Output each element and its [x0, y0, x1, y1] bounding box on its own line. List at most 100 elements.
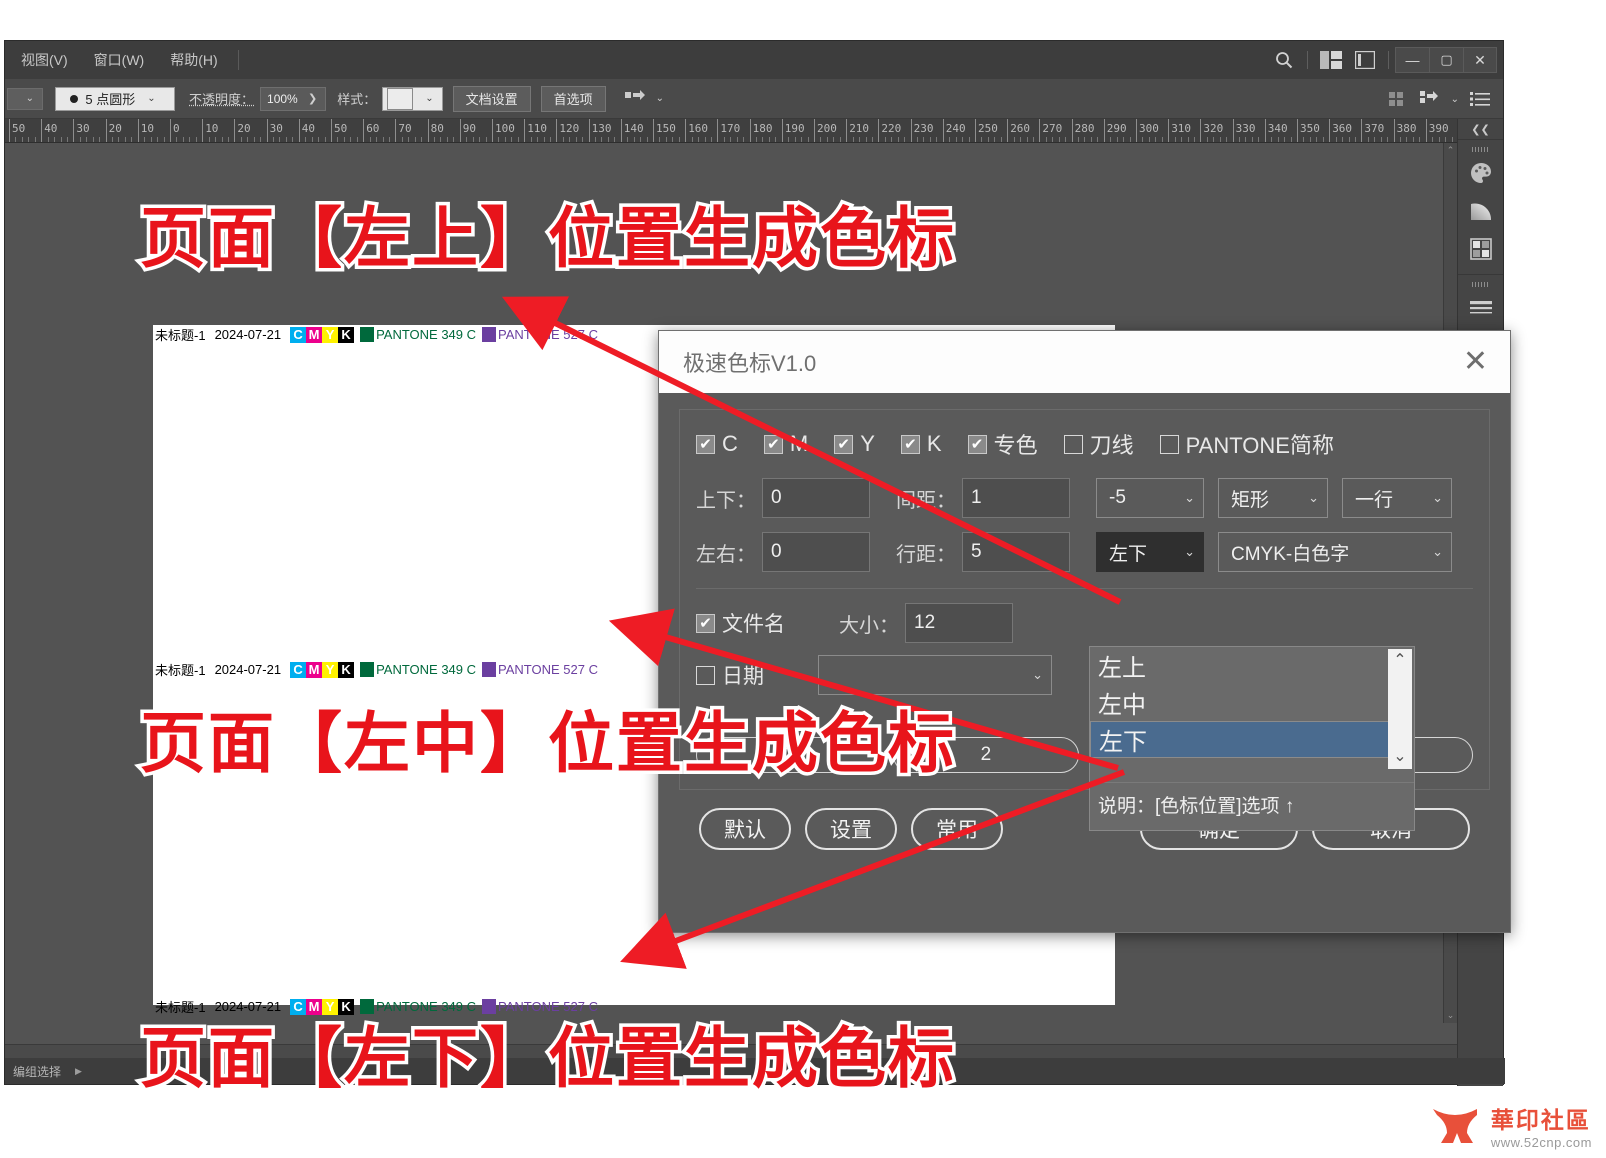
dock-grip[interactable] — [1458, 279, 1503, 289]
opacity-expand-arrow[interactable]: ❯ — [308, 92, 317, 105]
line-spacing-input[interactable]: 5 — [962, 532, 1070, 572]
ruler-minor-tick — [762, 137, 764, 142]
channel-checkbox-m[interactable]: ✔ M — [763, 431, 808, 457]
dialog-title-bar[interactable]: 极速色标V1.0 ✕ — [659, 331, 1510, 393]
close-button[interactable]: ✕ — [1463, 47, 1497, 73]
channel-checkbox-刀线[interactable]: 刀线 — [1063, 428, 1134, 460]
workspace-layout-icon[interactable] — [1314, 43, 1348, 77]
search-icon[interactable] — [1267, 43, 1301, 77]
stroke-lines-icon[interactable] — [1458, 289, 1504, 327]
dropdown-item-左上[interactable]: 左上 — [1090, 647, 1414, 684]
settings-button[interactable]: 设置 — [805, 808, 897, 850]
tool-preset-dropdown[interactable]: ⌄ — [7, 87, 43, 110]
ruler-label: 0 — [173, 122, 180, 135]
vertical-offset-value: 0 — [771, 487, 782, 508]
ruler-label: 180 — [752, 122, 773, 135]
vertical-offset-input[interactable]: 0 — [762, 478, 870, 518]
scroll-down-arrow[interactable]: ⌄ — [1444, 1010, 1457, 1021]
list-icon[interactable] — [1463, 82, 1497, 116]
channel-checkbox-c[interactable]: ✔ C — [696, 431, 738, 457]
menu-item-window[interactable]: 窗口(W) — [84, 48, 155, 72]
maximize-button[interactable]: ▢ — [1429, 47, 1463, 73]
extra-select[interactable]: ⌄ — [818, 655, 1052, 695]
close-icon[interactable]: ✕ — [1463, 347, 1488, 377]
document-setup-button[interactable]: 文档设置 — [452, 85, 531, 112]
scroll-up-arrow[interactable]: ⌃ — [1393, 653, 1406, 669]
default-button[interactable]: 默认 — [699, 808, 791, 850]
color-bar-chip-m: M — [306, 326, 323, 343]
ruler-minor-tick — [376, 137, 378, 142]
chevron-down-icon[interactable]: ⌄ — [1451, 94, 1459, 105]
channel-checkbox-专色[interactable]: ✔ 专色 — [967, 428, 1038, 460]
arrange-icon[interactable] — [618, 82, 652, 116]
ruler-minor-tick — [1213, 137, 1215, 142]
menu-item-help[interactable]: 帮助(H) — [160, 48, 227, 72]
swatches-grid-icon[interactable] — [1458, 230, 1504, 268]
ruler-minor-tick — [86, 137, 88, 142]
ruler-minor-tick — [530, 137, 532, 142]
menu-item-view[interactable]: 视图(V) — [11, 48, 78, 72]
common-button[interactable]: 常用 — [911, 808, 1003, 850]
channel-checkbox-pantone简称[interactable]: PANTONE简称 — [1159, 428, 1334, 460]
panel-toggle-icon[interactable] — [1348, 43, 1382, 77]
dropdown-scrollbar[interactable]: ⌃ ⌄ — [1388, 649, 1412, 769]
preferences-button[interactable]: 首选项 — [540, 85, 606, 112]
style-label: 样式： — [337, 92, 377, 107]
ruler-minor-tick — [897, 137, 899, 142]
style-swatch-dropdown[interactable]: ⌄ — [382, 86, 443, 111]
ruler-minor-tick — [633, 137, 635, 142]
brush-preset-dropdown[interactable]: 5 点圆形 ⌄ — [55, 86, 175, 111]
horizontal-ruler[interactable]: 50 40 30 20 10 0 10 20 30 40 50 60 70 80 90 100 110 120 13… — [5, 119, 1457, 143]
channel-checkbox-y[interactable]: ✔ Y — [834, 431, 875, 457]
color-palette-icon[interactable] — [1458, 154, 1504, 192]
ruler-minor-tick — [1155, 137, 1157, 142]
ruler-minor-tick — [994, 137, 996, 142]
position-select[interactable]: 左下 ⌄ — [1096, 532, 1204, 572]
filename-checkbox[interactable]: ✔ 文件名 — [696, 608, 785, 638]
date-checkbox[interactable]: 日期 — [696, 660, 764, 690]
ruler-label: 50 — [334, 122, 348, 135]
rows-select[interactable]: 一行 ⌄ — [1342, 478, 1452, 518]
ruler-minor-tick — [1271, 137, 1273, 142]
ruler-minor-tick — [756, 137, 758, 142]
shape-select[interactable]: 矩形 ⌄ — [1218, 478, 1328, 518]
dock-grip[interactable] — [1458, 144, 1503, 154]
gradient-icon[interactable] — [1458, 192, 1504, 230]
offset-select[interactable]: -5 ⌄ — [1096, 478, 1204, 518]
ruler-minor-tick — [1342, 137, 1344, 142]
color-mode-select[interactable]: CMYK-白色字 ⌄ — [1218, 532, 1452, 572]
ruler-minor-tick — [710, 137, 712, 142]
ruler-minor-tick — [1110, 137, 1112, 142]
align-icon[interactable] — [1413, 82, 1447, 116]
ruler-minor-tick — [144, 137, 146, 142]
scroll-down-arrow[interactable]: ⌄ — [1393, 749, 1406, 765]
horizontal-offset-input[interactable]: 0 — [762, 532, 870, 572]
size-input[interactable]: 12 — [905, 603, 1013, 643]
status-expand-arrow[interactable]: ▶ — [75, 1066, 82, 1077]
ruler-label: 360 — [1332, 122, 1353, 135]
collapse-panel-icon[interactable]: ❮❮ — [1458, 119, 1503, 139]
dropdown-item-左中[interactable]: 左中 — [1090, 684, 1414, 721]
ruler-minor-tick — [865, 137, 867, 142]
dialog-title: 极速色标V1.0 — [683, 351, 817, 376]
checkbox-label: 专色 — [993, 433, 1038, 458]
ruler-minor-tick — [1032, 137, 1034, 142]
ruler-minor-tick — [401, 137, 403, 142]
channel-checkbox-k[interactable]: ✔ K — [900, 431, 942, 457]
checkbox-box — [1063, 434, 1083, 454]
ruler-minor-tick — [659, 137, 661, 142]
ruler-minor-tick — [704, 137, 706, 142]
ruler-minor-tick — [1406, 137, 1408, 142]
ruler-minor-tick — [356, 137, 358, 142]
dropdown-item-左下[interactable]: 左下 — [1090, 721, 1400, 758]
ruler-minor-tick — [1277, 137, 1279, 142]
spacing-input[interactable]: 1 — [962, 478, 1070, 518]
grid-icon[interactable] — [1379, 82, 1413, 116]
chevron-down-icon: ⌄ — [425, 93, 434, 104]
style-swatch — [387, 87, 414, 110]
color-bar-date: 2024-07-21 — [214, 327, 282, 342]
chevron-down-icon[interactable]: ⌄ — [656, 93, 664, 104]
minimize-button[interactable]: — — [1395, 47, 1429, 73]
scroll-up-arrow[interactable]: ⌃ — [1444, 145, 1457, 156]
position-dropdown-list[interactable]: 左上 左中 左下 说明：[色标位置]选项 ↑ ⌃ ⌄ — [1089, 646, 1415, 831]
